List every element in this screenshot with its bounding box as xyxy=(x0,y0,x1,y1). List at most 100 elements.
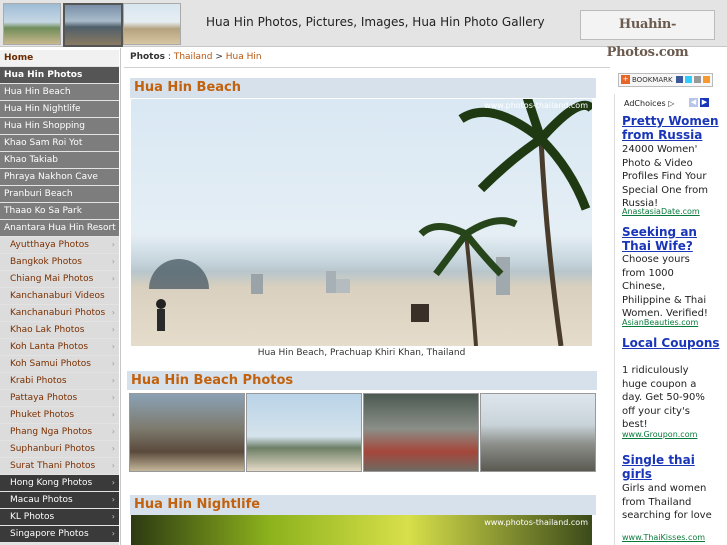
bookmark-label: BOOKMARK xyxy=(632,76,673,84)
building-shape xyxy=(336,279,350,293)
nav-item-suphanburi[interactable]: Suphanburi Photos › xyxy=(0,441,119,457)
nav-item-bangkok[interactable]: Bangkok Photos › xyxy=(0,254,119,270)
nav-item-khao-lak[interactable]: Khao Lak Photos › xyxy=(0,322,119,338)
nav-item-label: Surat Thani Photos xyxy=(10,461,96,471)
main-photo-hua-hin-beach[interactable]: www.photos-thailand.com xyxy=(131,99,592,346)
chevron-right-icon: › xyxy=(111,410,115,419)
nav-item-koh-lanta[interactable]: Koh Lanta Photos › xyxy=(0,339,119,355)
chevron-right-icon: › xyxy=(111,274,115,283)
gallery-thumbnail[interactable] xyxy=(480,393,596,472)
palm-trunk xyxy=(464,233,478,346)
nav-item-macau[interactable]: Macau Photos › xyxy=(0,492,119,508)
nav-section-title[interactable]: Hua Hin Photos xyxy=(0,67,119,83)
ad-next-icon[interactable]: ▶ xyxy=(700,98,709,107)
chevron-right-icon: › xyxy=(111,512,115,521)
adchoices-text: AdChoices xyxy=(624,99,666,108)
bookmark-plus-icon: + xyxy=(621,75,630,84)
photo-watermark: www.photos-thailand.com xyxy=(484,101,588,110)
header-thumbnail-horses[interactable] xyxy=(123,3,181,45)
breadcrumb-label: Photos xyxy=(130,52,166,62)
chevron-right-icon: › xyxy=(111,376,115,385)
chevron-right-icon: › xyxy=(111,393,115,402)
ad-title[interactable]: Seeking an Thai Wife? xyxy=(622,225,722,253)
gallery-thumbnail[interactable] xyxy=(129,393,245,472)
nav-item-khao-takiab[interactable]: Khao Takiab xyxy=(0,152,119,168)
ad-body: 24000 Women' Photo & Video Profiles Find… xyxy=(622,144,709,209)
nav-item-krabi[interactable]: Krabi Photos › xyxy=(0,373,119,389)
palm-trees-illustration xyxy=(156,99,592,346)
header-thumbnail-boats[interactable] xyxy=(63,3,123,47)
chevron-right-icon: › xyxy=(111,359,115,368)
chevron-right-icon: › xyxy=(111,495,115,504)
nav-item-khao-sam-roi-yot[interactable]: Khao Sam Roi Yot xyxy=(0,135,119,151)
nav-item-hua-hin-shopping[interactable]: Hua Hin Shopping xyxy=(0,118,119,134)
nav-item-phraya-nakhon-cave[interactable]: Phraya Nakhon Cave xyxy=(0,169,119,185)
nav-item-label: Krabi Photos xyxy=(10,376,67,386)
breadcrumb-divider xyxy=(124,67,610,68)
breadcrumb-separator: > xyxy=(215,52,223,62)
header-thumbnail-beach[interactable] xyxy=(3,3,61,45)
breadcrumb-link-thailand[interactable]: Thailand xyxy=(174,52,213,62)
chevron-right-icon: › xyxy=(111,240,115,249)
column-divider xyxy=(120,48,121,545)
nav-item-label: Suphanburi Photos xyxy=(10,444,95,454)
section-title-beach: Hua Hin Beach xyxy=(130,78,596,98)
main-photo-nightlife[interactable]: www.photos-thailand.com xyxy=(131,515,592,545)
ad-title[interactable]: Single thai girls xyxy=(622,453,722,481)
twitter-icon xyxy=(685,76,692,83)
ad-sidebar: AdChoices ▷ ◀ ▶ Pretty Women from Russia… xyxy=(614,94,720,545)
nav-item-pranburi-beach[interactable]: Pranburi Beach xyxy=(0,186,119,202)
nav-item-hua-hin-nightlife[interactable]: Hua Hin Nightlife xyxy=(0,101,119,117)
ad-url[interactable]: www.ThaiKisses.com xyxy=(622,533,705,542)
breadcrumb-link-hua-hin[interactable]: Hua Hin xyxy=(226,52,262,62)
nav-item-label: Koh Lanta Photos xyxy=(10,342,89,352)
gallery-thumbnail[interactable] xyxy=(246,393,362,472)
nav-item-label: Kanchanaburi Photos xyxy=(10,308,106,318)
nav-item-koh-samui[interactable]: Koh Samui Photos › xyxy=(0,356,119,372)
nav-item-ayutthaya[interactable]: Ayutthaya Photos › xyxy=(0,237,119,253)
nav-item-hong-kong[interactable]: Hong Kong Photos › xyxy=(0,475,119,491)
nav-item-anantara-resort[interactable]: Anantara Hua Hin Resort xyxy=(0,220,119,236)
sidebar-nav: Home Hua Hin Photos Hua Hin Beach Hua Hi… xyxy=(0,50,119,545)
nav-item-phuket[interactable]: Phuket Photos › xyxy=(0,407,119,423)
horse-shape xyxy=(411,304,429,322)
share-icon xyxy=(703,76,710,83)
nav-item-chiang-mai[interactable]: Chiang Mai Photos › xyxy=(0,271,119,287)
facebook-icon xyxy=(676,76,683,83)
building-shape xyxy=(251,274,263,294)
breadcrumb-separator: : xyxy=(167,52,171,62)
nav-item-pattaya[interactable]: Pattaya Photos › xyxy=(0,390,119,406)
nav-item-label: Kanchanaburi Videos xyxy=(10,291,105,301)
site-logo[interactable]: Huahin-Photos.com xyxy=(580,10,715,60)
nav-item-phang-nga[interactable]: Phang Nga Photos › xyxy=(0,424,119,440)
ad-url[interactable]: www.Groupon.com xyxy=(622,430,697,439)
nav-item-thaao-ko-sa-park[interactable]: Thaao Ko Sa Park xyxy=(0,203,119,219)
adchoices-icon: ▷ xyxy=(668,99,675,108)
palm-trunk xyxy=(538,138,564,346)
chevron-right-icon: › xyxy=(111,427,115,436)
ad-title[interactable]: Pretty Women from Russia xyxy=(622,114,722,142)
ad-body: Girls and women from Thailand searching … xyxy=(622,483,712,521)
nav-home[interactable]: Home xyxy=(0,50,119,66)
nav-item-label: Koh Samui Photos xyxy=(10,359,91,369)
nav-item-hua-hin-beach[interactable]: Hua Hin Beach xyxy=(0,84,119,100)
ad-body: Choose yours from 1000 Chinese, Philippi… xyxy=(622,254,708,319)
adchoices-label[interactable]: AdChoices ▷ xyxy=(624,99,674,108)
nav-item-kl[interactable]: KL Photos › xyxy=(0,509,119,525)
nav-item-kanchanaburi-videos[interactable]: Kanchanaburi Videos xyxy=(0,288,119,304)
ad-url[interactable]: AnastasiaDate.com xyxy=(622,207,700,216)
nav-item-kanchanaburi-photos[interactable]: Kanchanaburi Photos › xyxy=(0,305,119,321)
bookmark-button[interactable]: + BOOKMARK xyxy=(618,73,713,87)
ad-url[interactable]: AsianBeauties.com xyxy=(622,318,698,327)
nav-item-label: Phang Nga Photos xyxy=(10,427,93,437)
chevron-right-icon: › xyxy=(111,308,115,317)
email-icon xyxy=(694,76,701,83)
ad-prev-icon[interactable]: ◀ xyxy=(689,98,698,107)
nav-item-label: Singapore Photos xyxy=(10,529,89,539)
nav-item-singapore[interactable]: Singapore Photos › xyxy=(0,526,119,542)
gallery-thumbnail[interactable] xyxy=(363,393,479,472)
ad-title[interactable]: Local Coupons xyxy=(622,336,722,350)
chevron-right-icon: › xyxy=(111,444,115,453)
nav-item-surat-thani[interactable]: Surat Thani Photos › xyxy=(0,458,119,474)
person-shape xyxy=(156,299,166,309)
